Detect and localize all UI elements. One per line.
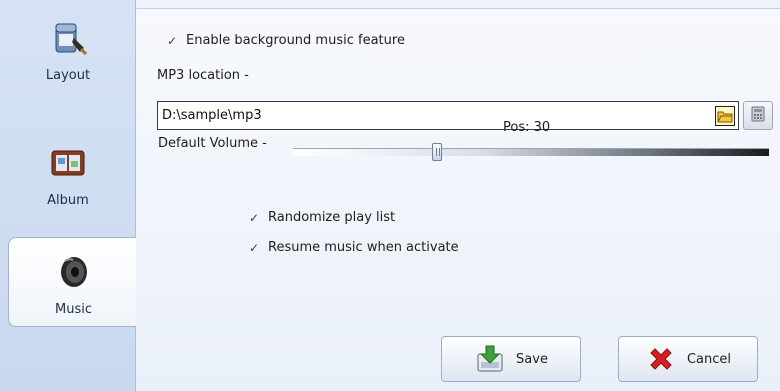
mp3-path-input[interactable] [162,108,715,123]
volume-pos-readout: Pos: 30 [503,120,551,135]
randomize-checkbox[interactable]: ✓ [248,212,260,224]
default-volume-label: Default Volume - [158,136,267,151]
volume-slider-thumb[interactable] [432,143,442,161]
save-button[interactable]: Save [441,336,581,382]
resume-checkbox-row[interactable]: ✓ Resume music when activate [248,240,459,255]
speaker-icon [54,252,94,292]
save-button-label: Save [516,351,548,367]
save-download-icon [474,343,506,375]
sidebar-item-label: Music [55,302,92,317]
randomize-label: Randomize play list [268,210,396,225]
photo-album-icon [48,143,88,183]
enable-music-checkbox-row[interactable]: ✓ Enable background music feature [166,33,405,48]
resume-label: Resume music when activate [268,240,459,255]
resume-checkbox[interactable]: ✓ [248,242,260,254]
randomize-checkbox-row[interactable]: ✓ Randomize play list [248,210,395,225]
sidebar-item-label: Layout [45,68,91,83]
paint-bucket-icon [48,18,88,58]
enable-music-label: Enable background music feature [186,33,405,48]
folder-browse-icon[interactable] [715,105,735,126]
sidebar-item-music[interactable]: Music [8,237,138,327]
volume-slider-track[interactable] [293,148,769,156]
cancel-x-icon [645,343,677,375]
sidebar-item-album[interactable]: Album [0,125,136,225]
mp3-path-field[interactable] [157,101,739,130]
music-settings-panel: ✓ Enable background music feature MP3 lo… [136,8,780,391]
cancel-button[interactable]: Cancel [618,336,758,382]
enable-music-checkbox[interactable]: ✓ [166,35,178,47]
calculator-button[interactable] [743,101,773,130]
sidebar-item-label: Album [47,193,89,208]
calculator-icon [750,106,766,126]
sidebar: Layout Album Music [0,0,138,391]
sidebar-item-layout[interactable]: Layout [0,0,136,100]
cancel-button-label: Cancel [686,351,732,367]
mp3-location-label: MP3 location - [157,68,249,83]
